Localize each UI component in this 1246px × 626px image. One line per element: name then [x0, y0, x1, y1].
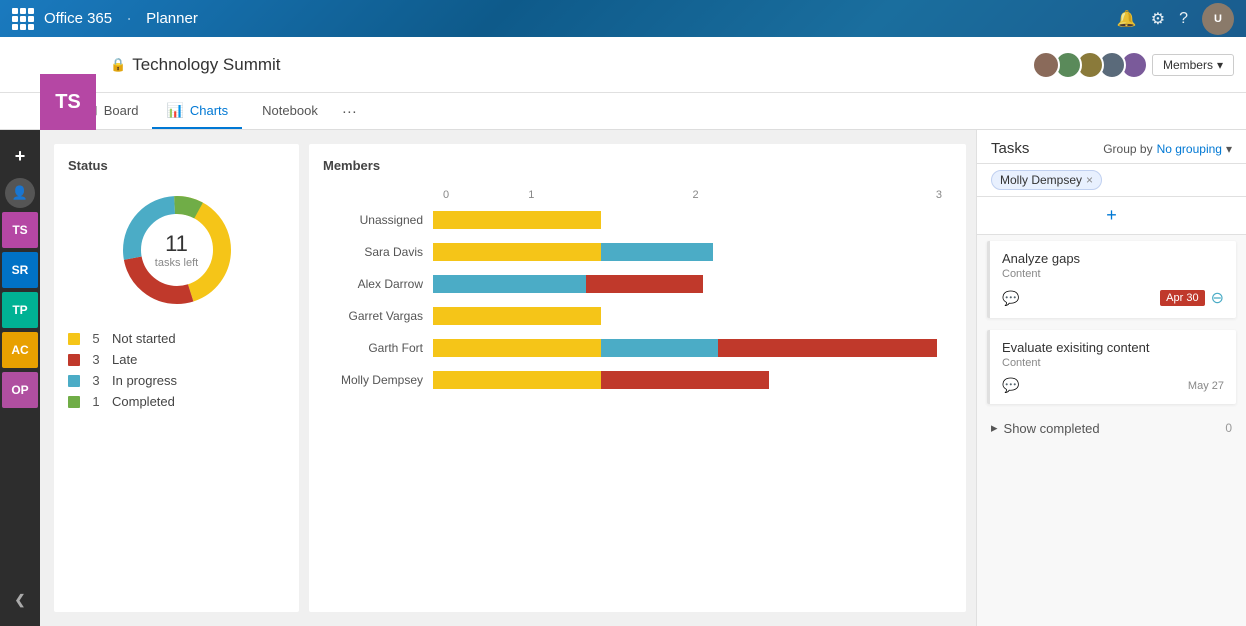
task-subtitle-2: Content: [1002, 357, 1224, 369]
ts-box: TS: [40, 74, 96, 130]
chevron-right-icon: ▸: [991, 420, 998, 436]
bar-molly-yellow: [433, 371, 601, 389]
bar-garth-red: [718, 339, 937, 357]
task-due-2: May 27: [1188, 380, 1224, 392]
donut-number: 11: [155, 231, 198, 257]
user-avatar[interactable]: U: [1202, 3, 1234, 35]
group-by-value[interactable]: No grouping: [1157, 142, 1222, 156]
bar-alex-red: [586, 275, 703, 293]
chevron-down-icon: ▾: [1226, 142, 1232, 156]
bar-unassigned-yellow: [433, 211, 601, 229]
task-comment-icon-2: 💬: [1002, 377, 1019, 394]
axis-labels: 0 1 2 3: [443, 189, 942, 201]
sidebar-item-person[interactable]: 👤: [5, 178, 35, 208]
bar-molly-red: [601, 371, 769, 389]
help-icon[interactable]: ?: [1179, 10, 1188, 28]
lock-icon: 🔒: [110, 57, 126, 73]
project-name: Technology Summit: [132, 55, 280, 75]
task-title-2: Evaluate exisiting content: [1002, 340, 1224, 355]
sidebar-item-tp[interactable]: TP: [2, 292, 38, 328]
donut-container: 11 tasks left: [68, 185, 285, 315]
charts-icon: 📊: [166, 102, 183, 119]
right-panel: Tasks Group by No grouping ▾ Molly Demps…: [976, 130, 1246, 626]
nav-tabs: ⊞ Board 📊 Charts Notebook ···: [0, 93, 1246, 130]
sidebar: + 👤 TS SR TP AC OP ❮: [0, 130, 40, 626]
tab-notebook[interactable]: Notebook: [242, 93, 332, 129]
status-panel: Status 11: [54, 144, 299, 612]
task-footer-2: 💬 May 27: [1002, 377, 1224, 394]
members-button[interactable]: Members ▾: [1152, 54, 1234, 76]
task-card-2: Evaluate exisiting content Content 💬 May…: [987, 330, 1236, 404]
settings-icon[interactable]: ⚙: [1151, 9, 1165, 29]
tasks-title: Tasks: [991, 140, 1029, 157]
task-title-1: Analyze gaps: [1002, 251, 1224, 266]
task-comment-icon-1: 💬: [1002, 290, 1019, 307]
sidebar-item-ac[interactable]: AC: [2, 332, 38, 368]
app-layout: + 👤 TS SR TP AC OP ❮ Status: [0, 130, 1246, 626]
legend-item-in-progress: 3 In progress: [68, 373, 285, 388]
group-by-control[interactable]: Group by No grouping ▾: [1103, 142, 1232, 156]
bar-row-alex: Alex Darrow: [333, 273, 942, 295]
legend-color-in-progress: [68, 375, 80, 387]
task-subtitle-1: Content: [1002, 268, 1224, 280]
legend: 5 Not started 3 Late 3 In progress 1 Com…: [68, 331, 285, 409]
task-footer-1: 💬 Apr 30 ⊖: [1002, 288, 1224, 308]
sidebar-item-op[interactable]: OP: [2, 372, 38, 408]
bar-row-sara: Sara Davis: [333, 241, 942, 263]
right-header: Tasks Group by No grouping ▾: [977, 130, 1246, 164]
completed-count: 0: [1225, 421, 1232, 435]
planner-label: Planner: [146, 10, 198, 27]
notification-icon[interactable]: 🔔: [1117, 9, 1137, 29]
bar-row-molly: Molly Dempsey: [333, 369, 942, 391]
project-header: TS 🔒 Technology Summit Members ▾: [0, 37, 1246, 93]
show-completed-row[interactable]: ▸ Show completed 0: [977, 410, 1246, 446]
add-task-button[interactable]: +: [1106, 205, 1117, 226]
chevron-down-icon: ▾: [1217, 58, 1223, 72]
office365-label: Office 365: [44, 10, 112, 27]
bar-row-garth: Garth Fort: [333, 337, 942, 359]
waffle-icon[interactable]: [12, 8, 34, 30]
bar-alex-blue: [433, 275, 586, 293]
donut-label: tasks left: [155, 257, 198, 269]
filter-chip-molly: Molly Dempsey ×: [991, 170, 1102, 190]
filter-row: Molly Dempsey ×: [977, 164, 1246, 197]
bar-row-garret: Garret Vargas: [333, 305, 942, 327]
legend-item-not-started: 5 Not started: [68, 331, 285, 346]
legend-item-completed: 1 Completed: [68, 394, 285, 409]
content-area: Status 11: [40, 130, 1246, 626]
sidebar-item-sr[interactable]: SR: [2, 252, 38, 288]
charts-panel: Members 0 1 2 3 Unassigned: [309, 144, 966, 612]
member-avatar-1: [1032, 51, 1060, 79]
bar-garret-yellow: [433, 307, 601, 325]
legend-color-late: [68, 354, 80, 366]
task-remove-icon-1[interactable]: ⊖: [1211, 288, 1224, 308]
legend-color-not-started: [68, 333, 80, 345]
sidebar-item-add[interactable]: +: [2, 138, 38, 174]
add-task-row: +: [977, 197, 1246, 235]
bar-garth-blue: [601, 339, 718, 357]
bar-chart: 0 1 2 3 Unassigned Sara Davis: [323, 189, 952, 391]
members-group: Members ▾: [1024, 51, 1234, 79]
task-due-1: Apr 30: [1160, 290, 1204, 306]
bar-sara-yellow: [433, 243, 601, 261]
filter-remove-icon[interactable]: ×: [1086, 173, 1093, 187]
sidebar-collapse-button[interactable]: ❮: [2, 582, 38, 618]
bar-garth-yellow: [433, 339, 601, 357]
donut-center: 11 tasks left: [155, 231, 198, 269]
legend-item-late: 3 Late: [68, 352, 285, 367]
charts-title: Members: [323, 158, 952, 173]
legend-color-completed: [68, 396, 80, 408]
tab-charts[interactable]: 📊 Charts: [152, 93, 242, 129]
status-title: Status: [68, 158, 285, 173]
more-button[interactable]: ···: [332, 93, 367, 129]
task-card-1: Analyze gaps Content 💬 Apr 30 ⊖: [987, 241, 1236, 318]
bar-row-unassigned: Unassigned: [333, 209, 942, 231]
top-header: Office 365 · Planner 🔔 ⚙ ? U: [0, 0, 1246, 37]
bar-sara-blue: [601, 243, 713, 261]
sidebar-item-ts[interactable]: TS: [2, 212, 38, 248]
